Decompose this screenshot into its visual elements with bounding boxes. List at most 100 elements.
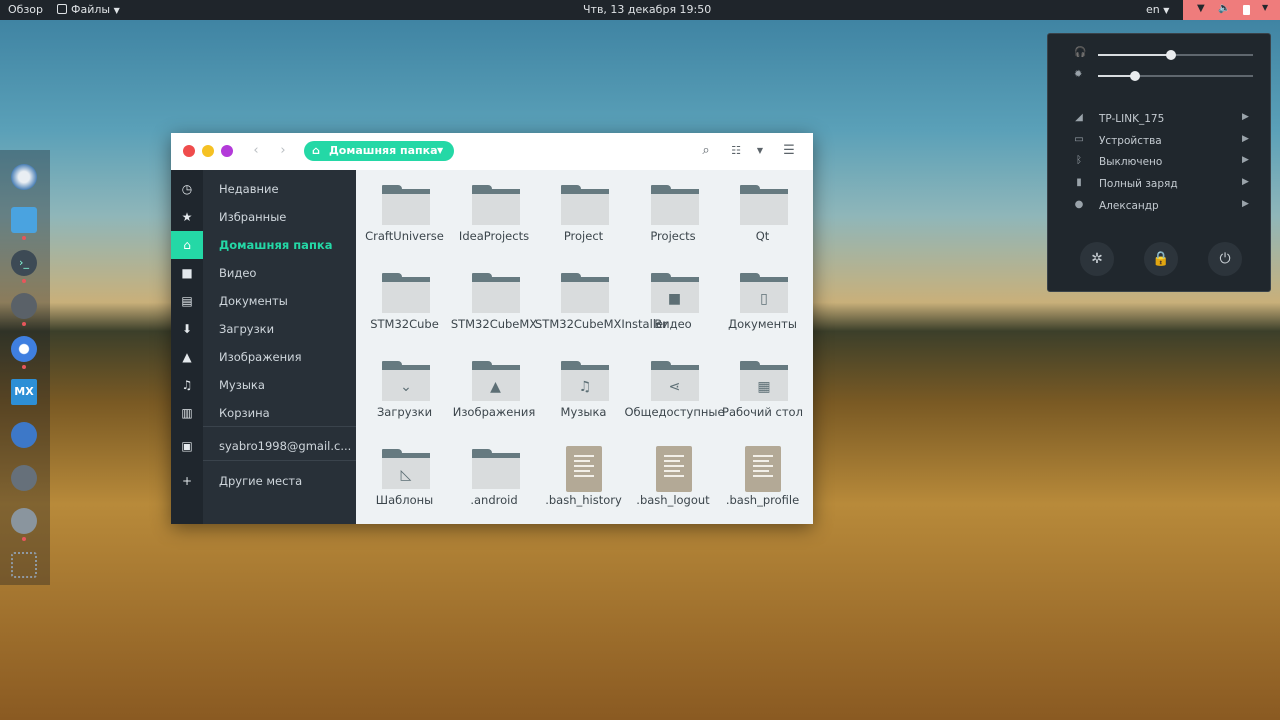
file-item[interactable]: .bash_profile	[718, 434, 807, 520]
sidebar-item-label: Другие места	[219, 474, 303, 488]
menu-button[interactable]: ☰	[780, 142, 798, 160]
close-button[interactable]	[183, 145, 195, 157]
brightness-slider[interactable]	[1098, 71, 1253, 81]
sidebar-item[interactable]: ▥ Корзина	[171, 399, 356, 427]
back-button[interactable]: ‹	[247, 142, 265, 160]
settings-button[interactable]: ✲	[1080, 242, 1114, 276]
list-view-button[interactable]: ☷	[727, 142, 745, 160]
folder-item[interactable]: ♫ Музыка	[539, 346, 628, 432]
lock-button[interactable]: 🔒	[1144, 242, 1178, 276]
file-item[interactable]: .bash_logout	[629, 434, 718, 520]
dock-app-idea[interactable]	[11, 422, 37, 448]
sidebar-item[interactable]: ▤ Документы	[171, 287, 356, 315]
lock-icon: 🔒	[1152, 251, 1170, 267]
folder-item[interactable]: STM32Cube	[360, 258, 449, 344]
file-item[interactable]	[450, 522, 539, 524]
file-grid: CraftUniverse IdeaProjects Project Projects…	[356, 170, 813, 524]
star-icon: ★	[181, 210, 193, 224]
drive-icon: ▣	[181, 439, 193, 453]
dock-app-stm32cubemx[interactable]: MX	[11, 379, 37, 405]
sidebar-item[interactable]: ▲ Изображения	[171, 343, 356, 371]
keyboard-layout-indicator[interactable]: en ▼	[1146, 3, 1169, 16]
chevron-right-icon: ▶	[1242, 198, 1249, 209]
minimize-button[interactable]	[202, 145, 214, 157]
show-apps-grid-icon[interactable]	[11, 552, 37, 578]
user-icon: ●	[1074, 198, 1084, 210]
folder-icon	[471, 449, 520, 489]
file-item[interactable]: .bash_history	[539, 434, 628, 520]
search-button[interactable]: ⌕	[697, 142, 715, 160]
status-menu-item[interactable]: ◢ TP-LINK_175 ▶	[1048, 109, 1270, 129]
battery-icon: ▮	[1076, 177, 1082, 189]
forward-button[interactable]: ›	[274, 142, 292, 160]
dock-app-chromium[interactable]	[11, 336, 37, 362]
folder-item[interactable]: ■ Видео	[629, 258, 718, 344]
sidebar-item[interactable]: ⌂ Домашняя папка	[171, 231, 356, 259]
sidebar-item-label: syabro1998@gmail.c...	[219, 439, 352, 453]
folder-item[interactable]: STM32CubeMXInstaller	[535, 258, 668, 344]
dock: ›_ MX	[0, 150, 50, 585]
chevron-right-icon: ▶	[1242, 155, 1249, 166]
sidebar-item[interactable]: ♫ Музыка	[171, 371, 356, 399]
folder-item[interactable]: ⋖ Общедоступные	[625, 346, 725, 432]
item-name: Видео	[654, 317, 692, 331]
sidebar-item[interactable]: ⬇ Загрузки	[171, 315, 356, 343]
sidebar-item[interactable]: + Другие места	[171, 467, 356, 495]
chevron-down-icon: ▼	[1262, 3, 1269, 12]
document-icon: ▤	[181, 294, 193, 308]
dock-app-gimp[interactable]	[11, 508, 37, 534]
dock-app-terminal[interactable]: ›_	[11, 250, 37, 276]
folder-item[interactable]: ⌄ Загрузки	[360, 346, 449, 432]
overview-button[interactable]: Обзор	[8, 3, 43, 16]
folder-item[interactable]	[539, 522, 628, 524]
maximize-button[interactable]	[221, 145, 233, 157]
dock-app-files[interactable]	[11, 207, 37, 233]
sidebar-item-label: Видео	[219, 266, 257, 280]
folder-item[interactable]: STM32CubeMX	[450, 258, 539, 344]
folder-item[interactable]: .android	[450, 434, 539, 520]
system-tray[interactable]: ▼ 🔈 ▼	[1183, 0, 1280, 20]
sidebar-item[interactable]: ▣ syabro1998@gmail.c...	[171, 432, 356, 460]
folder-icon: ♫	[561, 361, 609, 401]
files-app-menu[interactable]: Файлы ▼	[57, 3, 120, 16]
folder-item[interactable]: CraftUniverse	[360, 170, 449, 256]
sidebar-item-label: Документы	[219, 294, 288, 308]
dock-app-settings[interactable]	[11, 465, 37, 491]
power-button[interactable]: ⏻	[1208, 242, 1242, 276]
status-menu-item[interactable]: ▮ Полный заряд ▶	[1048, 174, 1270, 194]
view-options-button[interactable]: ▼	[751, 142, 769, 160]
home-icon: ⌂	[312, 144, 320, 157]
sidebar-item-label: Избранные	[219, 210, 287, 224]
dock-app-installer[interactable]	[11, 293, 37, 319]
text-file-icon	[566, 446, 602, 492]
status-menu-item[interactable]: ᛒ Выключено ▶	[1048, 152, 1270, 172]
folder-item[interactable]: Qt	[718, 170, 807, 256]
folder-item[interactable]: IdeaProjects	[450, 170, 539, 256]
sidebar-item[interactable]: ★ Избранные	[171, 203, 356, 231]
file-item[interactable]	[360, 522, 449, 524]
folder-item[interactable]	[718, 522, 807, 524]
clock[interactable]: Чтв, 13 декабря 19:50	[583, 3, 711, 16]
folder-item[interactable]: Projects	[629, 170, 718, 256]
history-icon: ◷	[181, 182, 193, 196]
volume-slider-knob[interactable]	[1165, 50, 1176, 60]
breadcrumb[interactable]: ⌂ Домашняя папка ▼	[304, 141, 454, 161]
brightness-slider-knob[interactable]	[1130, 71, 1141, 81]
chevron-right-icon: ▶	[1242, 133, 1249, 144]
status-menu-item[interactable]: ● Александр ▶	[1048, 196, 1270, 216]
volume-slider[interactable]	[1098, 50, 1253, 60]
folder-item[interactable]	[629, 522, 718, 524]
folder-icon: ▦	[740, 361, 788, 401]
sidebar-item[interactable]: ◷ Недавние	[171, 175, 356, 203]
status-menu-item[interactable]: ▭ Устройства ▶	[1048, 131, 1270, 151]
folder-item[interactable]: ◺ Шаблоны	[360, 434, 449, 520]
folder-item[interactable]: ▦ Рабочий стол	[718, 346, 807, 432]
window-header: ‹ › ⌂ Домашняя папка ▼ ⌕ ☷ ▼ ☰	[171, 133, 813, 170]
folder-item[interactable]: ▲ Изображения	[450, 346, 539, 432]
template-icon: ◺	[400, 467, 412, 483]
sidebar-item[interactable]: ■ Видео	[171, 259, 356, 287]
folder-item[interactable]: ▯ Документы	[718, 258, 807, 344]
dock-app-browser[interactable]	[11, 164, 37, 190]
folder-item[interactable]: Project	[539, 170, 628, 256]
item-name: Музыка	[560, 405, 607, 419]
